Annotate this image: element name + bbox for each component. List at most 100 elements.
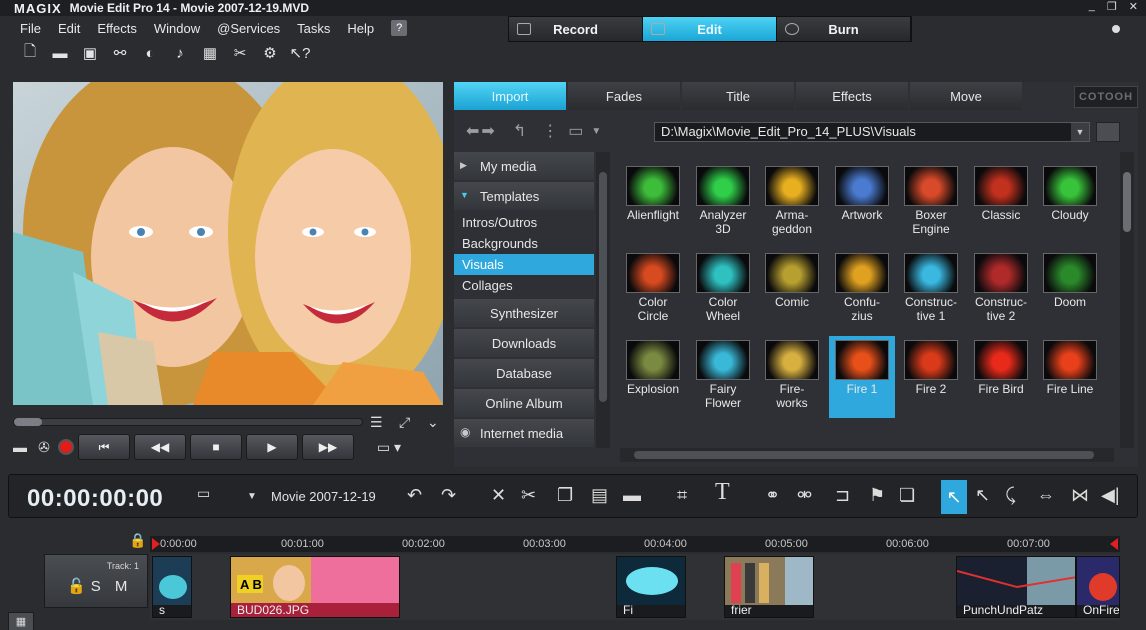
storyboard-toggle-button[interactable]: ▦ [8, 612, 34, 630]
storyboard-icon[interactable]: ▬ [623, 485, 641, 506]
tree-visuals[interactable]: Visuals [454, 254, 594, 275]
export-frame-icon[interactable]: ▭ [197, 485, 210, 502]
visual-item[interactable]: Comic [759, 249, 825, 331]
close-button[interactable]: ✕ [1129, 0, 1138, 13]
play-button[interactable]: ▶ [246, 434, 298, 460]
unlink-icon[interactable]: ⚮ [797, 485, 812, 506]
film-reel-icon[interactable]: ✇ [34, 437, 54, 457]
redo-icon[interactable]: ↷ [441, 485, 456, 506]
crop-icon[interactable]: ⌗ [677, 485, 687, 506]
track-controls[interactable]: 🔓S M [67, 577, 132, 595]
scrub-handle[interactable] [14, 418, 42, 426]
paste-icon[interactable]: ▤ [591, 485, 608, 506]
clip-2[interactable]: A B BUD026.JPG [230, 556, 400, 618]
clip-5[interactable]: PunchUndPatz [956, 556, 1076, 618]
jump-start-button[interactable]: ⏮ [78, 434, 130, 460]
visual-item[interactable]: Alienflight [620, 162, 686, 244]
menu-effects[interactable]: Effects [97, 21, 146, 36]
burn-icon[interactable]: ◐ [140, 43, 160, 63]
clip-6[interactable]: OnFire [1076, 556, 1120, 618]
tree-view-icon[interactable]: ⋮ [542, 121, 558, 141]
collapse-icon[interactable]: ⌄ [427, 414, 439, 431]
mode-edit-tab[interactable]: Edit [643, 17, 777, 41]
forward-arrow-icon[interactable]: ➡ [481, 121, 494, 141]
tab-import[interactable]: Import [454, 82, 566, 110]
visual-item[interactable]: Construc-tive 1 [898, 249, 964, 331]
visual-item[interactable]: Color Circle [620, 249, 686, 331]
maximize-button[interactable]: ❐ [1107, 0, 1117, 13]
lock-icon[interactable]: 🔒 [128, 530, 148, 550]
visual-item[interactable]: Classic [968, 162, 1034, 244]
scissors-icon[interactable]: ✂ [521, 485, 536, 506]
visual-item[interactable]: Fire-works [759, 336, 825, 418]
solo-mute-buttons[interactable]: S M [91, 578, 133, 595]
cotooh-button[interactable]: COTOOH [1074, 86, 1138, 108]
tree-backgrounds[interactable]: Backgrounds [454, 233, 594, 254]
settings-icon[interactable]: ⚙ [260, 43, 280, 63]
layers-icon[interactable]: ❏ [899, 485, 915, 506]
stretch-tool-icon[interactable]: ⇔ [1037, 485, 1055, 506]
start-marker-icon[interactable] [152, 538, 160, 550]
delete-icon[interactable]: ✕ [491, 485, 506, 506]
fullscreen-icon[interactable]: ⤢ [399, 414, 410, 431]
menu-services[interactable]: @Services [217, 21, 289, 36]
grid-scrollbar[interactable] [1120, 152, 1134, 448]
computer-icon[interactable]: ▭ [568, 121, 583, 141]
marker-icon[interactable]: ⚑ [869, 485, 885, 506]
tree-database[interactable]: Database [454, 359, 594, 387]
fast-forward-button[interactable]: ▶▶ [302, 434, 354, 460]
save-icon[interactable]: ▣ [80, 43, 100, 63]
export-icon[interactable]: ⚯ [110, 43, 130, 63]
stop-button[interactable]: ■ [190, 434, 242, 460]
copy-icon[interactable]: ❐ [557, 485, 573, 506]
minimize-button[interactable]: _ [1089, 0, 1095, 13]
tab-fades[interactable]: Fades [568, 82, 680, 110]
music-icon[interactable]: ♪ [170, 43, 190, 63]
undo-icon[interactable]: ↶ [407, 485, 422, 506]
tree-templates[interactable]: ▼ Templates [454, 182, 594, 210]
clip-1[interactable]: s [152, 556, 192, 618]
up-folder-icon[interactable]: ↰ [513, 121, 526, 141]
tab-title[interactable]: Title [682, 82, 794, 110]
view-mode-button[interactable] [1096, 122, 1120, 142]
tree-downloads[interactable]: Downloads [454, 329, 594, 357]
clip-3[interactable]: Fi [616, 556, 686, 618]
visual-item[interactable]: Cloudy [1037, 162, 1103, 244]
tree-online-album[interactable]: Online Album [454, 389, 594, 417]
tree-scrollbar[interactable] [596, 152, 610, 448]
record-button[interactable] [58, 439, 74, 455]
tree-scroll-thumb[interactable] [599, 172, 607, 402]
tab-move[interactable]: Move [910, 82, 1022, 110]
track-1-lane[interactable]: s A B BUD026.JPG Fi frier PunchUndPatz O… [150, 554, 1120, 620]
preview-scrub-bar[interactable] [13, 418, 363, 426]
pointer-tool-icon[interactable]: ↖ [941, 480, 967, 514]
path-field[interactable]: D:\Magix\Movie_Edit_Pro_14_PLUS\Visuals … [654, 122, 1090, 142]
visual-item[interactable]: Fire Bird [968, 336, 1034, 418]
rewind-button[interactable]: ◀◀ [134, 434, 186, 460]
track-lock-icon[interactable]: 🔓 [67, 578, 91, 595]
visual-item[interactable]: Fairy Flower [690, 336, 756, 418]
time-ruler[interactable]: 0:00:00 00:01:00 00:02:00 00:03:00 00:04:00 0… [150, 536, 1120, 552]
mode-record-tab[interactable]: Record [509, 17, 643, 41]
mixer-icon[interactable]: ▦ [200, 43, 220, 63]
mode-burn-tab[interactable]: Burn [777, 17, 911, 41]
visual-item[interactable]: Boxer Engine [898, 162, 964, 244]
visual-item[interactable]: Artwork [829, 162, 895, 244]
audio-tool-icon[interactable]: ◀| [1101, 485, 1120, 506]
visual-item[interactable]: Arma-geddon [759, 162, 825, 244]
clip-4[interactable]: frier [724, 556, 814, 618]
help-icon[interactable]: ↖? [290, 43, 311, 63]
link-icon[interactable]: ⚭ [765, 485, 780, 506]
back-arrow-icon[interactable]: ⬅ [466, 121, 479, 141]
loop-dropdown[interactable]: ▭ ▾ [368, 437, 410, 457]
menu-help[interactable]: Help [347, 21, 383, 36]
cut-icon[interactable]: ✂ [230, 43, 250, 63]
select-tool-icon[interactable]: ↖ [975, 485, 990, 506]
open-folder-icon[interactable]: ▬ [50, 43, 70, 63]
visual-item[interactable]: Fire 1 [829, 336, 895, 418]
visual-item[interactable]: Color Wheel [690, 249, 756, 331]
tree-synthesizer[interactable]: Synthesizer [454, 299, 594, 327]
grid-horizontal-scrollbar[interactable] [620, 448, 1114, 462]
group-icon[interactable]: ⊐ [835, 485, 850, 506]
grid-hscroll-thumb[interactable] [634, 451, 1094, 459]
